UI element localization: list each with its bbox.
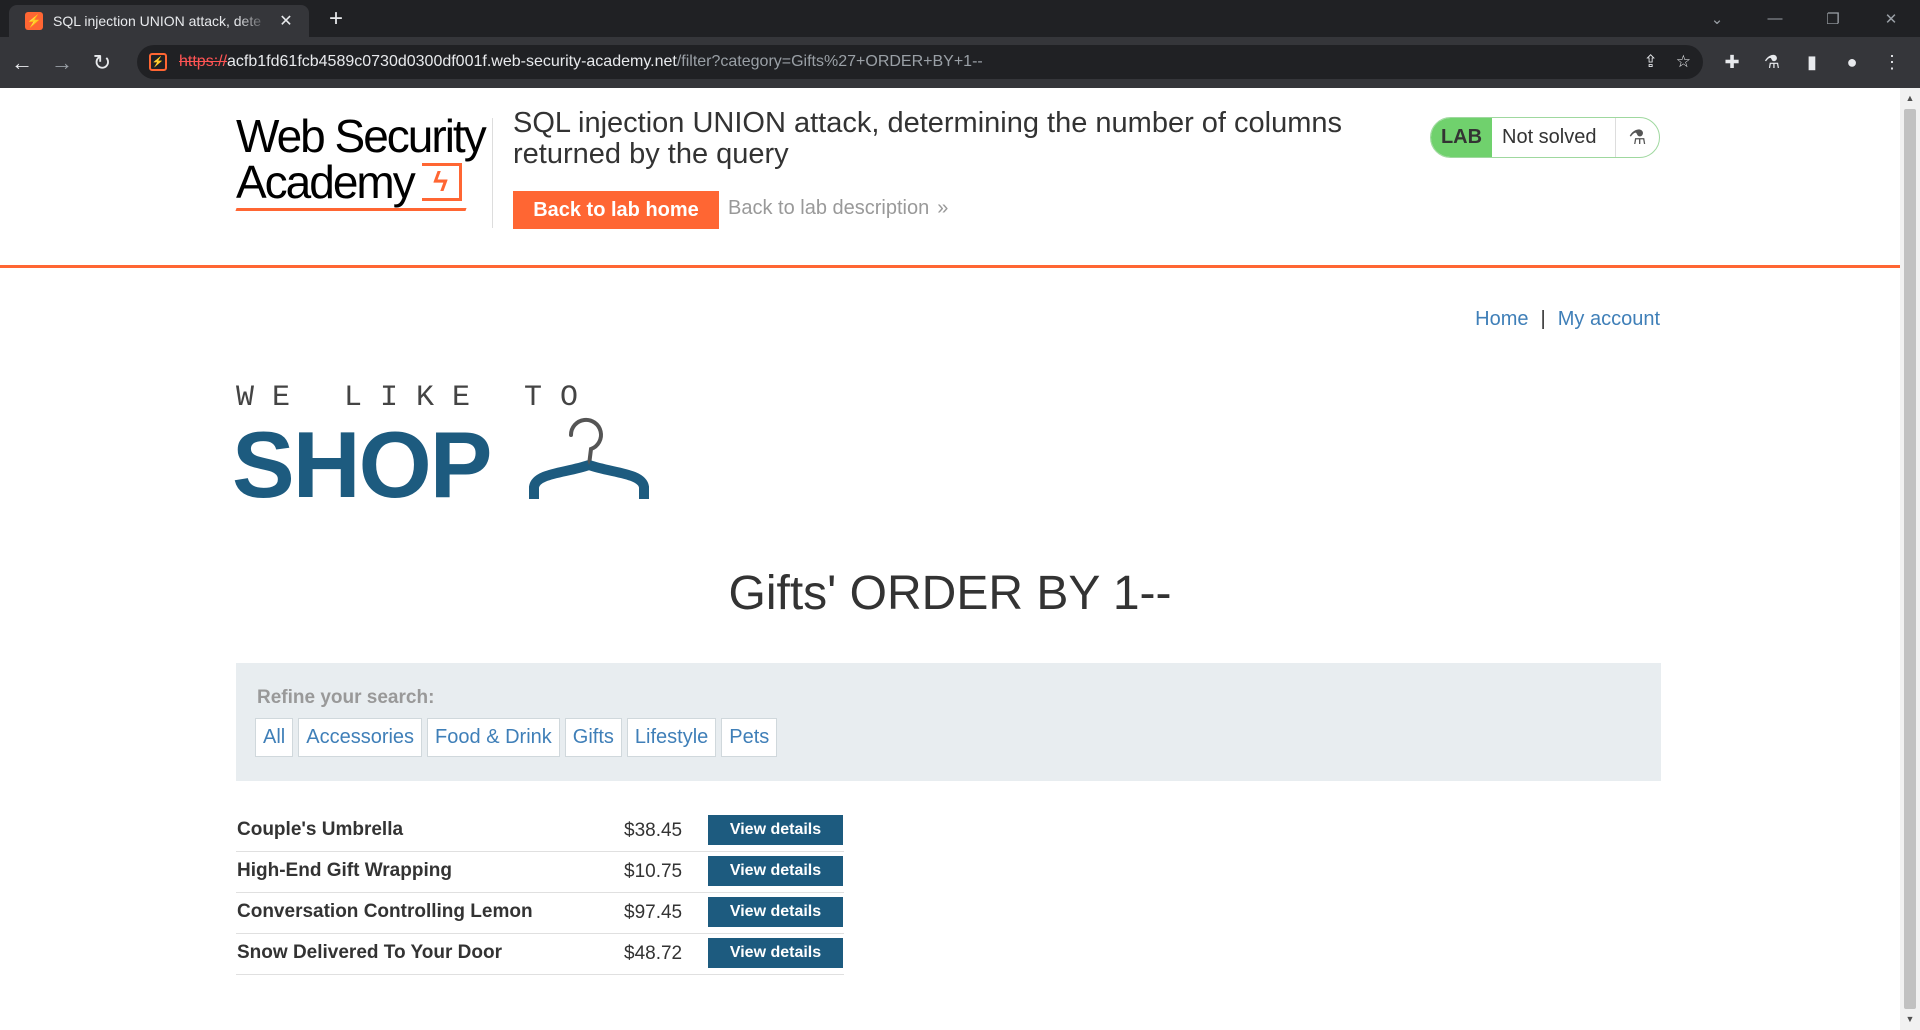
lab-badge: LAB — [1431, 118, 1492, 157]
close-window-button[interactable]: ✕ — [1862, 0, 1920, 37]
url-host: acfb1fd61fcb4589c0730d0300df001f.web-sec… — [227, 53, 677, 70]
browser-toolbar: ← → ↻ ⚡ https://acfb1fd61fcb4589c0730d03… — [0, 37, 1920, 88]
link-desc-label: Back to lab description — [728, 197, 930, 219]
product-name: Conversation Controlling Lemon — [237, 901, 533, 922]
product-price: $10.75 — [624, 861, 683, 882]
web-security-academy-logo[interactable]: Web Security Academy ϟ — [236, 113, 496, 213]
restore-button[interactable]: ❐ — [1804, 0, 1862, 37]
hanger-icon — [529, 417, 649, 499]
filter-tag-food-drink[interactable]: Food & Drink — [427, 718, 560, 757]
view-details-button[interactable]: View details — [708, 856, 843, 886]
product-name: Snow Delivered To Your Door — [237, 942, 502, 963]
scroll-up-arrow-icon[interactable]: ▲ — [1900, 90, 1920, 107]
share-icon[interactable]: ⇪ — [1644, 52, 1658, 72]
tab-title: SQL injection UNION attack, dete — [53, 13, 262, 29]
close-icon[interactable]: ✕ — [275, 11, 297, 31]
filter-tag-gifts[interactable]: Gifts — [564, 718, 622, 757]
scroll-down-arrow-icon[interactable]: ▼ — [1900, 1011, 1920, 1028]
profile-icon[interactable]: ● — [1834, 45, 1870, 81]
lightning-icon: ⚡ — [25, 12, 43, 30]
url-path: /filter?category=Gifts%27+ORDER+BY+1-- — [676, 53, 983, 70]
scroll-thumb[interactable] — [1904, 109, 1916, 1009]
category-heading: Gifts' ORDER BY 1-- — [728, 567, 1172, 620]
side-panel-icon[interactable]: ▮ — [1794, 45, 1830, 81]
reload-icon[interactable]: ↻ — [84, 45, 120, 81]
new-tab-button[interactable]: + — [322, 6, 350, 34]
product-name: High-End Gift Wrapping — [237, 860, 452, 881]
menu-kebab-icon[interactable]: ⋮ — [1874, 45, 1910, 81]
nav-separator: | — [1540, 308, 1546, 330]
filter-tag-all[interactable]: All — [255, 718, 294, 757]
product-price: $38.45 — [624, 820, 683, 841]
filter-panel: Refine your search: All Accessories Food… — [236, 663, 1661, 781]
shop-logo: WE LIKE TO SHOP — [232, 381, 686, 517]
filter-tag-accessories[interactable]: Accessories — [298, 718, 423, 757]
address-bar[interactable]: ⚡ https://acfb1fd61fcb4589c0730d0300df00… — [137, 45, 1703, 79]
filter-tag-lifestyle[interactable]: Lifestyle — [626, 718, 717, 757]
lab-flask-extension-icon[interactable]: ⚗ — [1754, 45, 1790, 81]
lightning-icon: ϟ — [422, 163, 462, 201]
my-account-link[interactable]: My account — [1558, 308, 1660, 330]
logo-underline — [235, 208, 467, 211]
view-details-button[interactable]: View details — [708, 897, 843, 927]
home-link[interactable]: Home — [1475, 308, 1528, 330]
product-price: $97.45 — [624, 902, 683, 923]
academy-header: Web Security Academy ϟ SQL injection UNI… — [0, 88, 1900, 268]
browser-tab[interactable]: ⚡ SQL injection UNION attack, dete ✕ — [9, 5, 309, 37]
lab-status-widget: LAB Not solved ⚗ — [1430, 117, 1660, 158]
lab-title: SQL injection UNION attack, determining … — [513, 107, 1343, 170]
url-scheme: https:// — [179, 53, 228, 70]
filter-label: Refine your search: — [257, 687, 435, 708]
back-arrow-icon[interactable]: ← — [4, 45, 40, 81]
site-favicon-icon: ⚡ — [149, 53, 167, 71]
back-to-lab-description-link[interactable]: Back to lab description » — [728, 197, 948, 220]
extensions-puzzle-icon[interactable]: ✚ — [1714, 45, 1750, 81]
browser-tab-bar: ⚡ SQL injection UNION attack, dete ✕ + ⌄… — [0, 0, 1920, 37]
url-text[interactable]: https://acfb1fd61fcb4589c0730d0300df001f… — [179, 53, 983, 71]
page-viewport: Web Security Academy ϟ SQL injection UNI… — [0, 88, 1900, 1030]
lab-status-text: Not solved — [1492, 118, 1615, 157]
table-row: High-End Gift Wrapping $10.75 View detai… — [236, 852, 844, 893]
bookmark-star-icon[interactable]: ☆ — [1676, 52, 1691, 72]
forward-arrow-icon[interactable]: → — [44, 45, 80, 81]
product-name: Couple's Umbrella — [237, 819, 404, 840]
view-details-button[interactable]: View details — [708, 815, 843, 845]
filter-tags: All Accessories Food & Drink Gifts Lifes… — [255, 718, 778, 757]
flask-icon: ⚗ — [1615, 118, 1659, 157]
top-nav: Home | My account — [1475, 308, 1660, 331]
table-row: Snow Delivered To Your Door $48.72 View … — [236, 934, 844, 975]
table-row: Conversation Controlling Lemon $97.45 Vi… — [236, 893, 844, 934]
header-divider — [492, 118, 493, 228]
product-list: Couple's Umbrella $38.45 View details Hi… — [236, 811, 844, 975]
logo-line1: Web Security — [236, 110, 487, 162]
table-row: Couple's Umbrella $38.45 View details — [236, 811, 844, 852]
page-scrollbar[interactable]: ▲ ▼ — [1900, 88, 1920, 1030]
view-details-button[interactable]: View details — [708, 938, 843, 968]
double-chevron-right-icon: » — [937, 197, 949, 219]
tab-search-icon[interactable]: ⌄ — [1688, 0, 1746, 37]
shop-wordmark: SHOP — [232, 412, 492, 517]
back-to-lab-home-button[interactable]: Back to lab home — [513, 191, 719, 229]
product-price: $48.72 — [624, 943, 683, 964]
filter-tag-pets[interactable]: Pets — [721, 718, 778, 757]
minimize-button[interactable]: — — [1746, 0, 1804, 37]
